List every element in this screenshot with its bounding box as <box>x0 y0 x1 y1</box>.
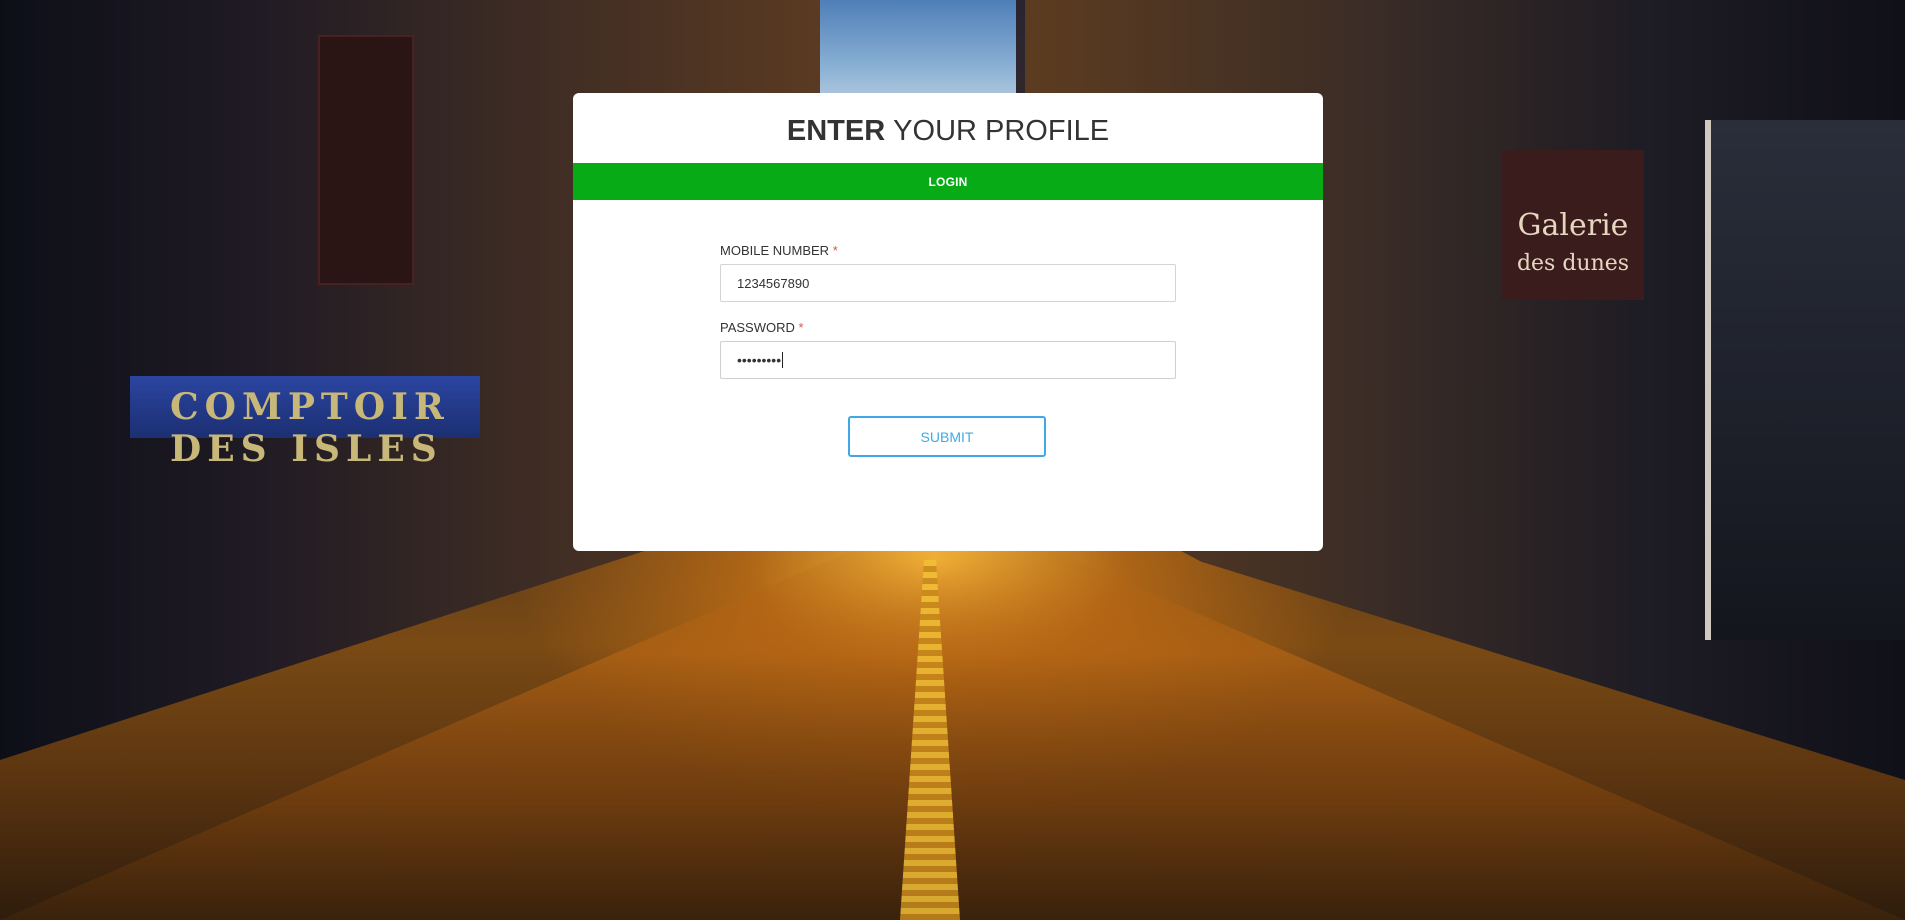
mobile-field-group: MOBILE NUMBER * 1234567890 <box>720 243 1176 302</box>
mobile-number-value: 1234567890 <box>737 275 810 291</box>
shop-window <box>1705 120 1905 640</box>
login-tab-label: LOGIN <box>928 174 968 189</box>
galerie-sign-line1: Galerie <box>1517 208 1629 243</box>
mobile-label-text: MOBILE NUMBER <box>720 243 830 258</box>
galerie-sign: Galerie des dunes <box>1502 150 1644 300</box>
page-title: ENTER YOUR PROFILE <box>573 93 1323 163</box>
password-required-mark: * <box>798 320 804 335</box>
mobile-label: MOBILE NUMBER * <box>720 243 1176 258</box>
password-field-group: PASSWORD * ••••••••• <box>720 320 1176 379</box>
page-title-rest: YOUR PROFILE <box>893 114 1110 147</box>
submit-button[interactable]: SUBMIT <box>848 416 1046 457</box>
mobile-number-input[interactable]: 1234567890 <box>720 264 1176 302</box>
password-masked-value: ••••••••• <box>737 352 782 368</box>
password-label-text: PASSWORD <box>720 320 795 335</box>
text-caret <box>782 352 784 368</box>
galerie-sign-line2: des dunes <box>1516 251 1630 276</box>
page-title-bold: ENTER <box>786 114 886 147</box>
restaurant-sign <box>318 35 414 285</box>
login-card: ENTER YOUR PROFILE LOGIN MOBILE NUMBER *… <box>573 93 1323 551</box>
submit-button-label: SUBMIT <box>920 428 974 445</box>
login-form: MOBILE NUMBER * 1234567890 PASSWORD * ••… <box>720 243 1176 379</box>
password-input[interactable]: ••••••••• <box>720 341 1176 379</box>
mobile-required-mark: * <box>832 243 838 258</box>
comptoir-sign: COMPTOIR DES ISLES <box>130 376 480 470</box>
login-tab-bar: LOGIN <box>573 163 1323 200</box>
password-label: PASSWORD * <box>720 320 1176 335</box>
